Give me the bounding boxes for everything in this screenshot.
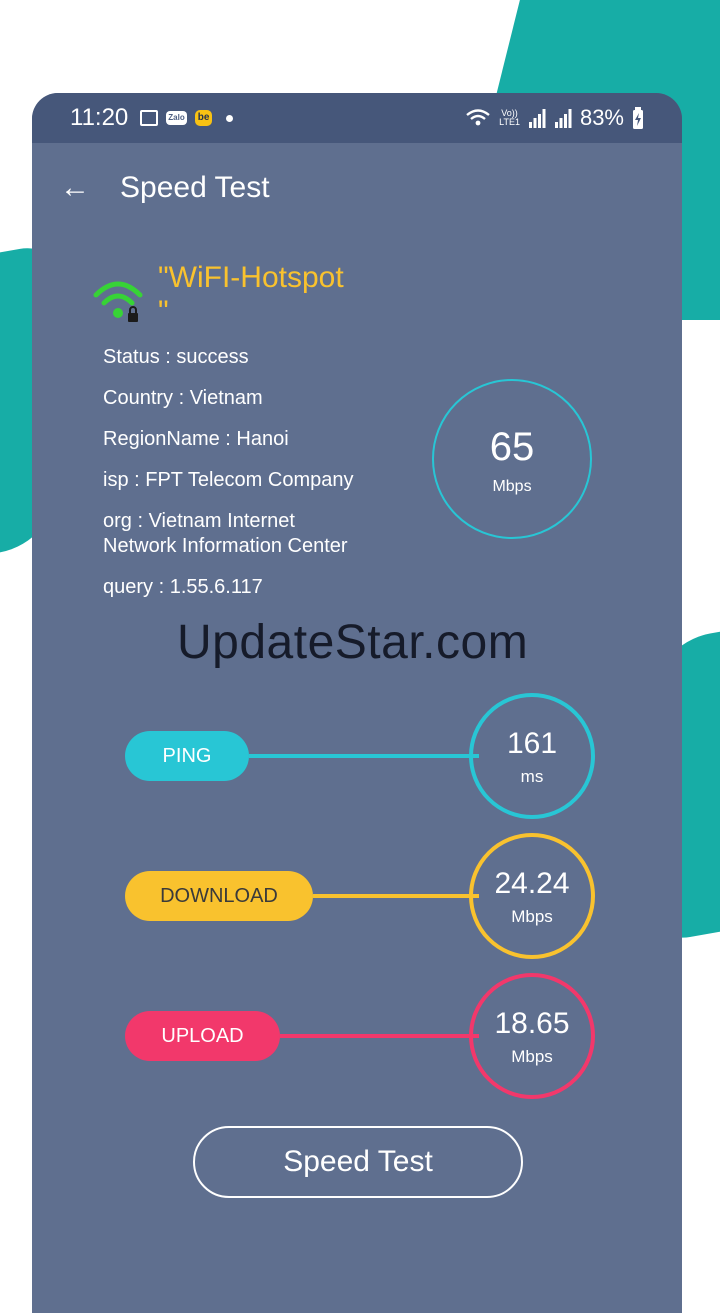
ping-unit: ms [520,767,544,786]
wifi-lock-icon [93,281,143,322]
info-query: query : 1.55.6.117 [103,576,263,598]
battery-percent: 83% [579,105,624,130]
info-isp: isp : FPT Telecom Company [103,469,354,491]
download-metric: DOWNLOAD 24.24 Mbps [125,833,595,959]
download-connector [313,894,479,898]
gallery-icon [140,110,159,126]
be-icon: be [194,110,213,126]
upload-unit: Mbps [511,1047,553,1066]
app-bar: ← Speed Test [32,143,682,233]
status-right: Vo)) LTE1 83% [465,105,644,131]
ping-metric: PING 161 ms [125,693,595,819]
signal-icon [528,109,546,128]
ssid-line-2: " [158,295,169,328]
battery-icon [633,107,643,129]
ping-ring: 161 ms [469,693,595,819]
download-label: DOWNLOAD [125,871,313,921]
info-status: Status : success [103,346,249,368]
upload-ring: 18.65 Mbps [469,973,595,1099]
wifi-status-icon [466,109,490,126]
info-region: RegionName : Hanoi [103,428,289,450]
phone-screen: 11:20 Zalo be Vo)) LTE1 83% ← Speed Test… [32,93,682,1313]
download-value: 24.24 [494,867,570,900]
speed-gauge: 65 Mbps [432,379,592,539]
upload-metric: UPLOAD 18.65 Mbps [125,973,595,1099]
info-country: Country : Vietnam [103,387,263,409]
wifi-ssid: "WiFI-Hotspot " [158,261,344,329]
speed-test-button[interactable]: Speed Test [193,1126,523,1198]
download-ring: 24.24 Mbps [469,833,595,959]
status-time: 11:20 [70,104,129,131]
page-title: Speed Test [120,171,270,204]
watermark: UpdateStar.com [177,616,529,669]
speed-value: 65 [489,425,535,469]
network-info: Status : success Country : Vietnam Regio… [103,345,363,616]
back-arrow-icon[interactable]: ← [60,171,90,205]
ping-value: 161 [506,727,558,760]
upload-connector [280,1034,479,1038]
zalo-icon: Zalo [166,111,187,125]
ping-connector [249,754,479,758]
volte-bottom: LTE1 [499,117,520,127]
status-bar: 11:20 Zalo be Vo)) LTE1 83% [32,93,682,143]
signal-icon-2 [554,109,572,128]
speed-unit: Mbps [492,478,532,495]
notification-dot-icon [226,114,234,122]
ping-label: PING [125,731,249,781]
volte-indicator: Vo)) LTE1 [499,109,520,127]
network-header: "WiFI-Hotspot " [92,261,344,329]
ssid-line-1: "WiFI-Hotspot [158,261,344,294]
info-org: org : Vietnam Internet Network Informati… [103,510,348,557]
download-unit: Mbps [511,907,553,926]
upload-value: 18.65 [494,1007,570,1040]
upload-label: UPLOAD [125,1011,280,1061]
